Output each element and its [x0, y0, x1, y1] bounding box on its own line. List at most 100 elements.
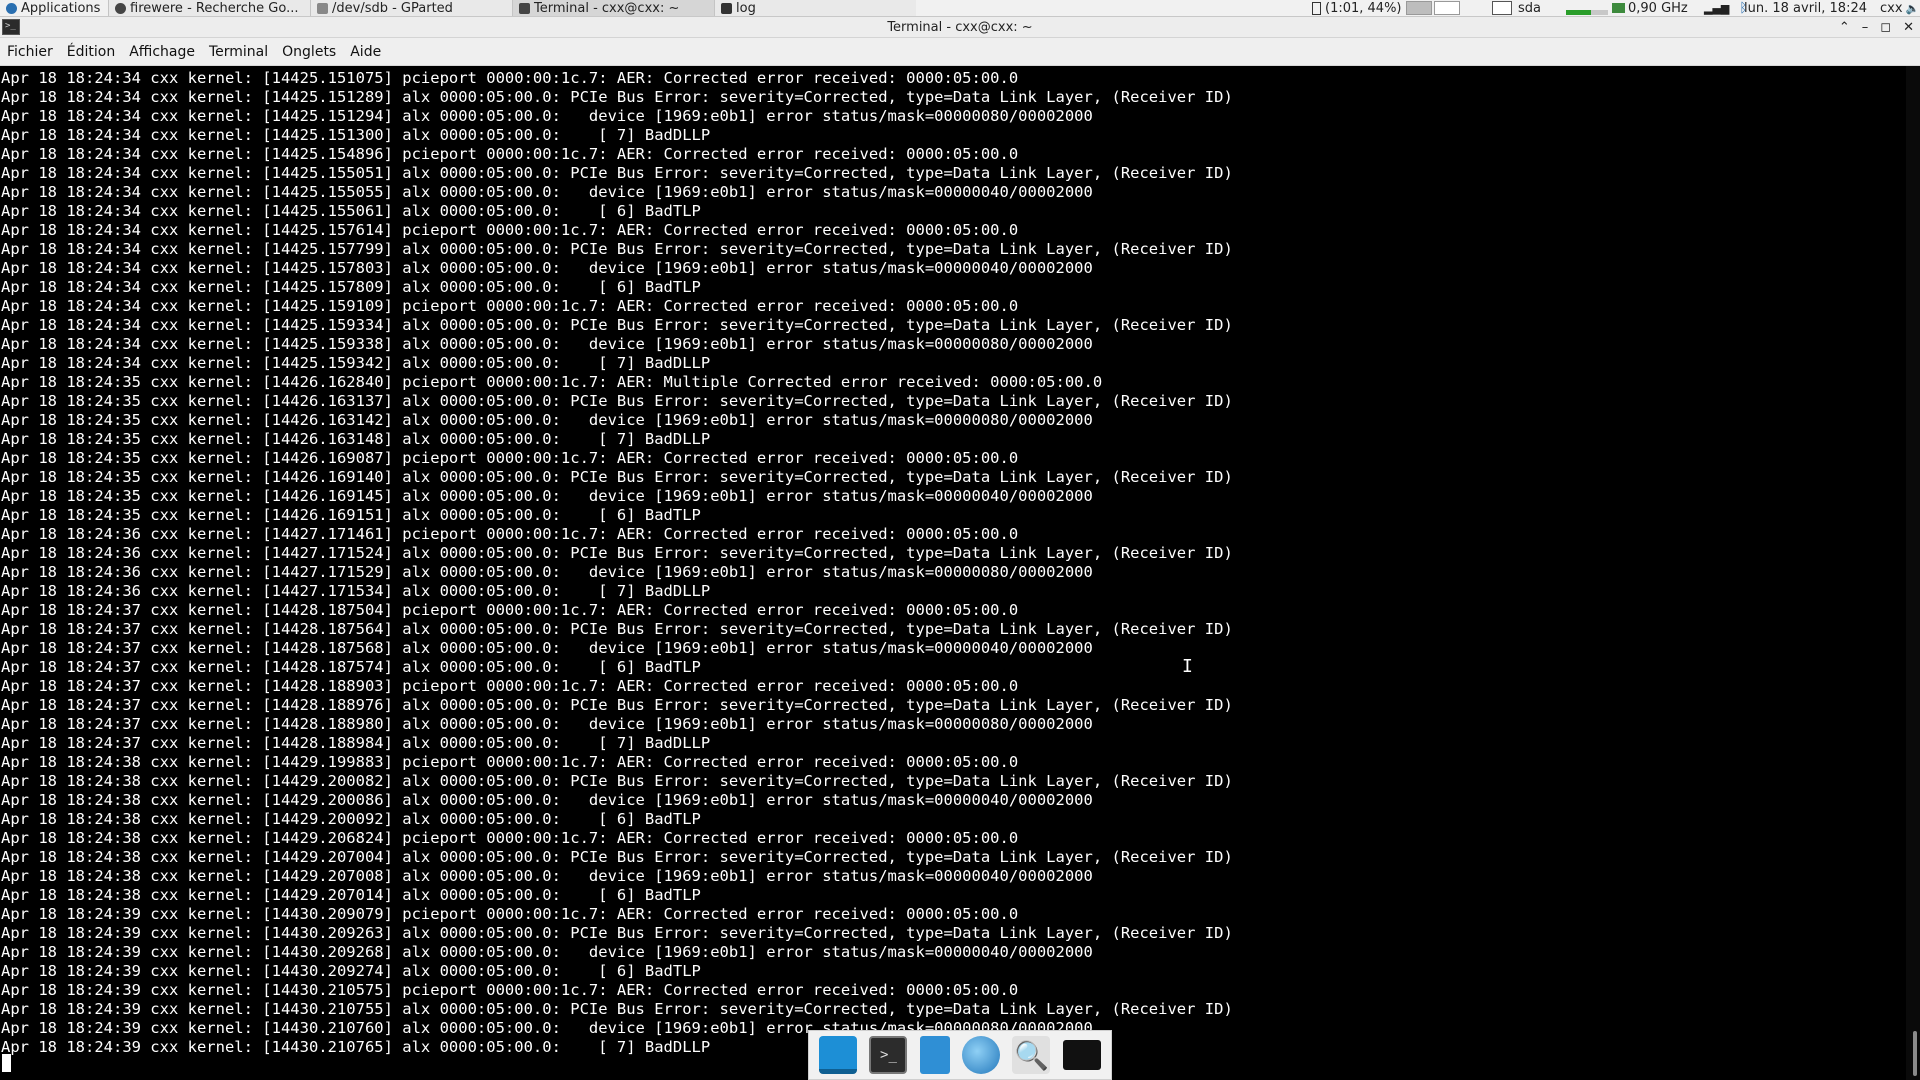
menu-onglets[interactable]: Onglets: [275, 44, 343, 60]
log-line: Apr 18 18:24:37 cxx kernel: [14428.18757…: [1, 658, 701, 676]
desktop-icon[interactable]: [819, 1036, 858, 1074]
dock: >_ 🔍: [808, 1030, 1112, 1080]
log-line: Apr 18 18:24:34 cxx kernel: [14425.15761…: [1, 221, 1019, 239]
log-line: Apr 18 18:24:34 cxx kernel: [14425.15506…: [1, 202, 701, 220]
log-line: Apr 18 18:24:34 cxx kernel: [14425.15130…: [1, 126, 711, 144]
terminal-icon[interactable]: >_: [869, 1036, 908, 1074]
log-line: Apr 18 18:24:34 cxx kernel: [14425.15933…: [1, 335, 1093, 353]
task-button-gparted[interactable]: /dev/sdb - GParted: [310, 0, 512, 16]
log-line: Apr 18 18:24:39 cxx kernel: [14430.20907…: [1, 905, 1019, 923]
close-button[interactable]: ✕: [1903, 20, 1914, 35]
network-graph-icon: [1566, 9, 1608, 15]
scrollbar[interactable]: [1906, 66, 1920, 1080]
log-line: Apr 18 18:24:35 cxx kernel: [14426.16908…: [1, 449, 1019, 467]
log-line: Apr 18 18:24:39 cxx kernel: [14430.20927…: [1, 962, 701, 980]
terminal-output[interactable]: Apr 18 18:24:34 cxx kernel: [14425.15107…: [0, 66, 1906, 1080]
signal-icon[interactable]: ▂▄▆: [1704, 2, 1729, 15]
disk-label: sda: [1518, 0, 1541, 16]
log-line: Apr 18 18:24:38 cxx kernel: [14429.20701…: [1, 886, 701, 904]
menu-affichage[interactable]: Affichage: [122, 44, 202, 60]
log-line: Apr 18 18:24:39 cxx kernel: [14430.21057…: [1, 981, 1019, 999]
gparted-icon: [317, 2, 328, 14]
log-line: Apr 18 18:24:38 cxx kernel: [14429.19988…: [1, 753, 1019, 771]
browser-icon: [115, 2, 126, 14]
log-line: Apr 18 18:24:34 cxx kernel: [14425.15910…: [1, 297, 1019, 315]
folder-icon[interactable]: [1062, 1040, 1101, 1070]
terminal-icon: >_: [2, 19, 20, 35]
log-line: Apr 18 18:24:38 cxx kernel: [14429.20700…: [1, 867, 1093, 885]
log-line: Apr 18 18:24:37 cxx kernel: [14428.18897…: [1, 696, 1233, 714]
log-line: Apr 18 18:24:37 cxx kernel: [14428.18750…: [1, 601, 1019, 619]
menu-aide[interactable]: Aide: [343, 44, 388, 60]
log-line: Apr 18 18:24:35 cxx kernel: [14426.16914…: [1, 487, 1093, 505]
menu-edition[interactable]: Édition: [60, 44, 122, 60]
log-line: Apr 18 18:24:37 cxx kernel: [14428.18898…: [1, 734, 711, 752]
web-browser-icon[interactable]: [962, 1036, 1001, 1074]
log-line: Apr 18 18:24:37 cxx kernel: [14428.18898…: [1, 715, 1093, 733]
menubar: Fichier Édition Affichage Terminal Ongle…: [0, 38, 1920, 66]
log-line: Apr 18 18:24:37 cxx kernel: [14428.18756…: [1, 639, 1093, 657]
disk-monitor[interactable]: sda: [1492, 0, 1541, 16]
log-line: Apr 18 18:24:34 cxx kernel: [14425.15129…: [1, 107, 1093, 125]
volume-icon[interactable]: 🔈: [1906, 2, 1920, 15]
log-line: Apr 18 18:24:35 cxx kernel: [14426.16915…: [1, 506, 701, 524]
shade-icon[interactable]: ⌃: [1839, 20, 1850, 35]
top-panel: Applications firewere - Recherche Go... …: [0, 0, 1920, 17]
log-line: Apr 18 18:24:34 cxx kernel: [14425.15934…: [1, 354, 711, 372]
log-line: Apr 18 18:24:34 cxx kernel: [14425.15779…: [1, 240, 1233, 258]
scrollbar-thumb[interactable]: [1913, 1031, 1917, 1076]
user-label: cxx: [1880, 0, 1903, 16]
file-manager-icon[interactable]: [919, 1036, 950, 1074]
app-finder-icon[interactable]: 🔍: [1012, 1036, 1051, 1074]
applications-menu-button[interactable]: Applications: [0, 0, 108, 16]
minimize-button[interactable]: –: [1862, 20, 1869, 35]
log-line: Apr 18 18:24:34 cxx kernel: [14425.15107…: [1, 69, 1019, 87]
clock[interactable]: lun. 18 avril, 18:24: [1744, 0, 1867, 16]
log-line: Apr 18 18:24:35 cxx kernel: [14426.16314…: [1, 430, 711, 448]
log-line: Apr 18 18:24:34 cxx kernel: [14425.15780…: [1, 278, 701, 296]
log-line: Apr 18 18:24:38 cxx kernel: [14429.20008…: [1, 772, 1233, 790]
log-line: Apr 18 18:24:37 cxx kernel: [14428.18756…: [1, 620, 1233, 638]
tray-icons: ▂▄▆ ᛒ: [1704, 0, 1747, 16]
cpu-frequency[interactable]: 0,90 GHz: [1612, 0, 1688, 16]
log-line: Apr 18 18:24:34 cxx kernel: [14425.15933…: [1, 316, 1233, 334]
cpu-meter-1: [1406, 1, 1432, 15]
log-line: Apr 18 18:24:38 cxx kernel: [14429.20009…: [1, 810, 701, 828]
battery-label: (1:01, 44%): [1325, 0, 1402, 16]
task-button-terminal[interactable]: Terminal - cxx@cxx: ~: [512, 0, 714, 16]
task-button-log[interactable]: log: [714, 0, 916, 16]
log-line: Apr 18 18:24:36 cxx kernel: [14427.17152…: [1, 563, 1093, 581]
log-line: Apr 18 18:24:36 cxx kernel: [14427.17152…: [1, 544, 1233, 562]
log-line: Apr 18 18:24:39 cxx kernel: [14430.20926…: [1, 943, 1093, 961]
cpu-meter-2: [1434, 1, 1460, 15]
log-line: Apr 18 18:24:34 cxx kernel: [14425.15128…: [1, 88, 1233, 106]
window-controls: ⌃ – ◻ ✕: [1839, 17, 1914, 37]
xfce-logo-icon: [6, 2, 17, 14]
battery-indicator[interactable]: (1:01, 44%): [1312, 0, 1402, 16]
log-line: Apr 18 18:24:35 cxx kernel: [14426.16314…: [1, 411, 1093, 429]
folder-icon: [721, 2, 732, 14]
task-button-browser[interactable]: firewere - Recherche Go...: [108, 0, 310, 16]
window-icon: [1492, 1, 1512, 15]
clock-label: lun. 18 avril, 18:24: [1744, 0, 1867, 16]
maximize-button[interactable]: ◻: [1880, 20, 1891, 35]
log-line: Apr 18 18:24:39 cxx kernel: [14430.21075…: [1, 1000, 1233, 1018]
menu-terminal[interactable]: Terminal: [202, 44, 275, 60]
text-cursor: [2, 1054, 11, 1072]
log-line: Apr 18 18:24:38 cxx kernel: [14429.20682…: [1, 829, 1019, 847]
user-menu[interactable]: cxx 🔈: [1880, 0, 1919, 16]
log-line: Apr 18 18:24:34 cxx kernel: [14425.15505…: [1, 183, 1093, 201]
applications-label: Applications: [21, 0, 101, 16]
window-title: Terminal - cxx@cxx: ~: [887, 19, 1033, 35]
log-line: Apr 18 18:24:35 cxx kernel: [14426.16313…: [1, 392, 1233, 410]
task-label: log: [736, 0, 756, 16]
log-line: Apr 18 18:24:38 cxx kernel: [14429.20700…: [1, 848, 1233, 866]
window-titlebar[interactable]: >_ Terminal - cxx@cxx: ~ ⌃ – ◻ ✕: [0, 17, 1920, 38]
menu-fichier[interactable]: Fichier: [0, 44, 60, 60]
log-line: Apr 18 18:24:36 cxx kernel: [14427.17146…: [1, 525, 1019, 543]
log-line: Apr 18 18:24:34 cxx kernel: [14425.15780…: [1, 259, 1093, 277]
cpu-graph: [1406, 0, 1460, 16]
monitor-icon: [1612, 3, 1625, 13]
cpu-frequency-label: 0,90 GHz: [1628, 0, 1688, 16]
task-label: /dev/sdb - GParted: [332, 0, 453, 16]
